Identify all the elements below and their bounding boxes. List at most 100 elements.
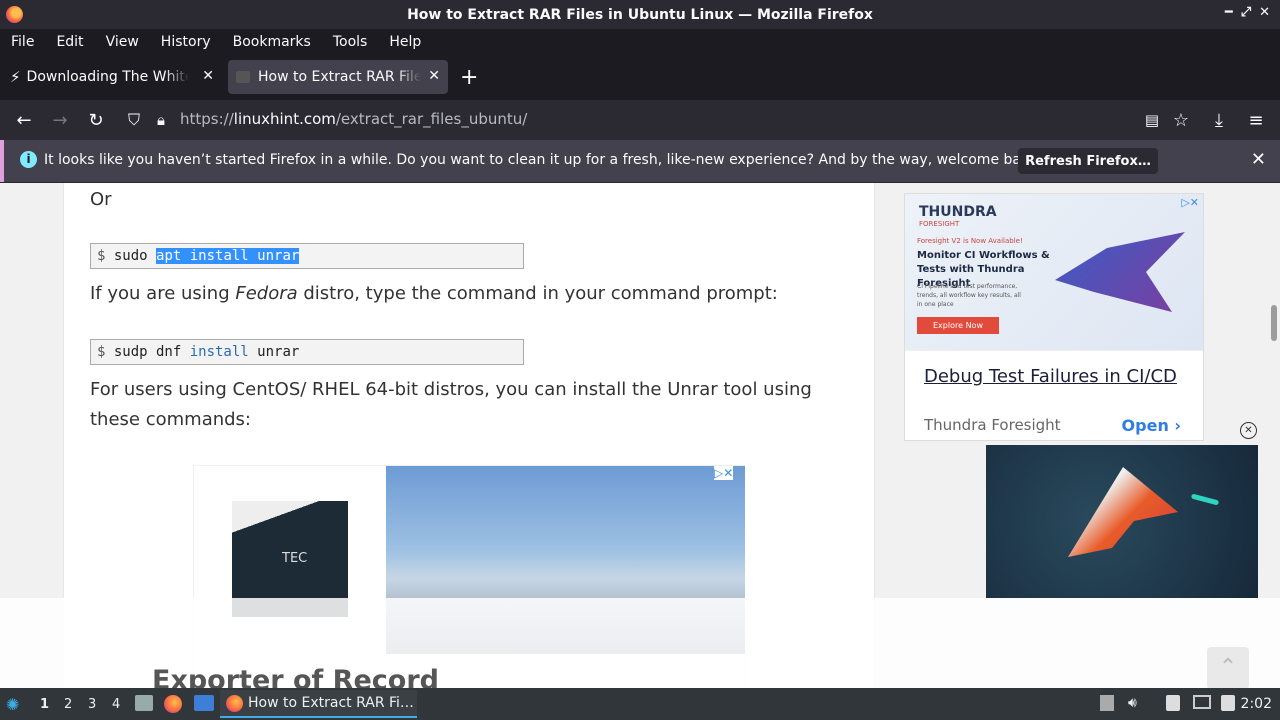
tray-display-icon[interactable] xyxy=(1193,695,1211,709)
app-menu-button[interactable]: ≡ xyxy=(1244,108,1268,132)
ad-open-button[interactable]: Open › xyxy=(1122,416,1181,435)
article-heading: Exporter of Record xyxy=(152,665,439,688)
url-bar[interactable]: https://linuxhint.com/extract_rar_files_… xyxy=(180,110,527,128)
clock[interactable]: 2:02 xyxy=(1241,696,1272,712)
menu-help[interactable]: Help xyxy=(389,34,421,50)
page-scrollbar-thumb[interactable] xyxy=(1271,305,1277,341)
workspace-1[interactable]: 1 xyxy=(40,697,49,712)
firefox-launcher-icon[interactable] xyxy=(164,695,182,713)
article-text-or: Or xyxy=(90,189,112,210)
task-label: How to Extract RAR Fi… xyxy=(248,695,414,711)
close-tab-icon[interactable]: ✕ xyxy=(202,68,214,84)
lock-icon: 🔒︎ xyxy=(157,111,165,129)
lightning-icon: ⚡ xyxy=(10,68,21,86)
code-block-dnf[interactable]: $ sudp dnf install unrar xyxy=(90,339,524,365)
desktop-icon[interactable] xyxy=(194,695,214,711)
url-domain: linuxhint.com xyxy=(233,110,336,128)
code-text: sudo xyxy=(113,248,157,264)
close-tab-icon[interactable]: ✕ xyxy=(428,68,440,84)
notification-message: It looks like you haven’t started Firefo… xyxy=(44,152,1043,168)
maximize-icon[interactable]: ⤢ xyxy=(1241,5,1251,20)
reload-button[interactable]: ↻ xyxy=(84,108,108,132)
adchoices-icon[interactable]: ▷✕ xyxy=(714,466,734,480)
tab-bar: ⚡ Downloading The White House ✕ How to E… xyxy=(0,54,1280,100)
ad-banner-image[interactable]: THUNDRA FORESIGHT Foresight V2 is Now Ava… xyxy=(905,194,1203,350)
window-title: How to Extract RAR Files in Ubuntu Linux… xyxy=(407,6,873,23)
star-icon: ☆ xyxy=(1172,109,1190,131)
window-controls: ━ ⤢ ✕ xyxy=(1225,5,1270,20)
url-path: /extract_rar_files_ubuntu/ xyxy=(335,110,528,128)
url-scheme: https:// xyxy=(180,110,234,128)
app-launcher-icon[interactable]: ✺ xyxy=(6,695,19,714)
notification-bar: i It looks like you haven’t started Fire… xyxy=(0,140,1280,182)
code-keyword: install xyxy=(189,344,249,360)
ad-sponsor: Thundra Foresight xyxy=(924,416,1061,434)
reload-icon: ↻ xyxy=(88,109,104,131)
tray-clipboard-icon[interactable] xyxy=(1100,695,1114,711)
code-selected-text: apt install unrar xyxy=(156,248,300,264)
reader-view-button[interactable]: ▤ xyxy=(1140,108,1164,132)
close-icon[interactable]: ✕ xyxy=(1259,5,1270,20)
site-info-button[interactable]: 🔒︎ xyxy=(149,108,173,132)
ad-cta-button[interactable]: Explore Now xyxy=(917,317,999,334)
ad-brand: THUNDRA FORESIGHT xyxy=(919,204,997,228)
tray-updates-icon[interactable] xyxy=(1221,695,1235,711)
close-notification-icon[interactable]: ✕ xyxy=(1251,149,1266,170)
menu-file[interactable]: File xyxy=(11,34,34,50)
ad-shape-illustration xyxy=(1068,467,1178,557)
code-text: unrar xyxy=(248,344,300,360)
adchoices-icon[interactable]: ▷✕ xyxy=(1181,196,1199,209)
taskbar-task-firefox[interactable]: How to Extract RAR Fi… xyxy=(220,690,417,718)
arrow-left-icon: ← xyxy=(16,109,32,131)
tab-downloading[interactable]: ⚡ Downloading The White House ✕ xyxy=(2,60,222,94)
downloads-button[interactable]: ⤓ xyxy=(1207,108,1231,132)
ad-body: CI Pipeline and test performance, trends… xyxy=(917,283,1021,308)
workspace-4[interactable]: 4 xyxy=(112,697,120,712)
ad-graphic[interactable] xyxy=(986,445,1258,598)
back-to-top-button[interactable]: ⌃ xyxy=(1207,647,1249,688)
shield-icon: ⛉ xyxy=(127,110,140,129)
menu-edit[interactable]: Edit xyxy=(56,34,83,50)
bookmark-button[interactable]: ☆ xyxy=(1169,108,1193,132)
divider xyxy=(905,350,1203,351)
info-icon: i xyxy=(20,151,37,168)
ad-thundra[interactable]: THUNDRA FORESIGHT Foresight V2 is Now Ava… xyxy=(904,193,1204,441)
arrow-right-icon: → xyxy=(52,109,68,131)
para-text: distro, type the command in your command… xyxy=(297,283,778,304)
article-paragraph-centos-l2: these commands: xyxy=(90,409,251,430)
code-prompt: $ xyxy=(97,344,114,360)
download-icon: ⤓ xyxy=(1215,109,1223,131)
ad-bird-illustration xyxy=(1055,232,1185,312)
firefox-icon xyxy=(226,695,243,712)
para-text: If you are using xyxy=(90,283,236,304)
file-manager-icon[interactable] xyxy=(135,695,153,711)
menu-tools[interactable]: Tools xyxy=(333,34,368,50)
minimize-icon[interactable]: ━ xyxy=(1225,5,1233,20)
hamburger-icon: ≡ xyxy=(1248,109,1264,131)
article-paragraph-fedora: If you are using Fedora distro, type the… xyxy=(90,279,778,309)
close-ad-icon[interactable]: ✕ xyxy=(1240,422,1257,439)
ad-headline-link[interactable]: Debug Test Failures in CI/CD xyxy=(924,366,1177,387)
ad-open-label: Open xyxy=(1121,416,1169,435)
menu-view[interactable]: View xyxy=(106,34,139,50)
ad-shape-accent xyxy=(1190,493,1220,506)
page-content: Or $ sudo apt install unrar If you are u… xyxy=(0,183,1280,688)
tab-extract-rar[interactable]: How to Extract RAR Files in Ubuntu Linux… xyxy=(228,60,448,94)
back-button[interactable]: ← xyxy=(12,108,36,132)
workspace-3[interactable]: 3 xyxy=(88,697,96,712)
volume-icon[interactable]: 🔊︎ xyxy=(1128,695,1137,711)
menu-bookmarks[interactable]: Bookmarks xyxy=(233,34,311,50)
menu-bar: File Edit View History Bookmarks Tools H… xyxy=(0,29,1280,54)
new-tab-button[interactable]: + xyxy=(452,60,486,94)
tracking-protection-button[interactable]: ⛉ xyxy=(122,108,146,132)
window-titlebar: How to Extract RAR Files in Ubuntu Linux… xyxy=(0,0,1280,29)
article-paragraph-centos-l1: For users using CentOS/ RHEL 64-bit dist… xyxy=(90,379,812,400)
site-favicon-icon xyxy=(236,71,250,83)
menu-history[interactable]: History xyxy=(161,34,211,50)
forward-button[interactable]: → xyxy=(48,108,72,132)
code-block-apt[interactable]: $ sudo apt install unrar xyxy=(90,243,524,269)
refresh-firefox-button[interactable]: Refresh Firefox… xyxy=(1018,148,1158,174)
ad-tagline: Foresight V2 is Now Available! xyxy=(917,237,1023,245)
workspace-2[interactable]: 2 xyxy=(64,697,72,712)
tray-notes-icon[interactable] xyxy=(1166,695,1180,711)
